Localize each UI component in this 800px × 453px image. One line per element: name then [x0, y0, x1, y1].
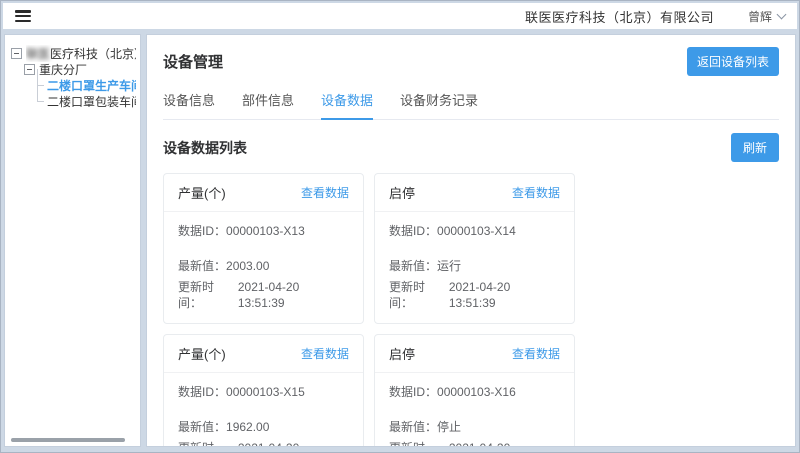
- tab-parts-info[interactable]: 部件信息: [242, 90, 294, 119]
- update-time-value: 2021-04-20 13:51:39: [238, 440, 349, 447]
- section-title: 设备数据列表: [163, 138, 247, 158]
- data-id-value: 00000103-X15: [226, 384, 305, 400]
- device-data-card: 启停 查看数据 数据ID：00000103-X16 最新值：停止 更新时间：20…: [374, 334, 575, 447]
- device-data-card: 产量(个) 查看数据 数据ID：00000103-X13 最新值：2003.00…: [163, 173, 364, 324]
- tree-collapse-icon[interactable]: [11, 48, 22, 59]
- tab-device-finance-records[interactable]: 设备财务记录: [400, 90, 478, 119]
- top-bar: 联医医疗科技（北京）有限公司 曾辉: [3, 3, 797, 29]
- sidebar-org-tree: 联医医疗科技（北京）有限公司 重庆分厂 二楼口罩生产车间 二楼口罩包装车间: [4, 34, 141, 447]
- latest-value-label: 最新值：: [178, 258, 226, 274]
- tab-device-data[interactable]: 设备数据: [321, 90, 373, 119]
- latest-value: 停止: [437, 419, 461, 435]
- latest-value: 1962.00: [226, 419, 269, 435]
- chevron-down-icon: [777, 10, 787, 20]
- hamburger-menu-icon[interactable]: [15, 10, 31, 22]
- tree-connector-line: [37, 77, 45, 93]
- update-time-value: 2021-04-20 13:51:39: [238, 279, 349, 311]
- app-window: 联医医疗科技（北京）有限公司 曾辉 联医医疗科技（北京）有限公司 重庆分厂 二楼…: [0, 0, 800, 453]
- view-data-link[interactable]: 查看数据: [301, 184, 349, 201]
- device-data-card: 产量(个) 查看数据 数据ID：00000103-X15 最新值：1962.00…: [163, 334, 364, 447]
- update-time-label: 更新时间：: [389, 440, 449, 447]
- device-data-card: 启停 查看数据 数据ID：00000103-X14 最新值：运行 更新时间：20…: [374, 173, 575, 324]
- view-data-link[interactable]: 查看数据: [512, 184, 560, 201]
- card-title: 启停: [389, 183, 415, 202]
- update-time-label: 更新时间：: [178, 279, 238, 311]
- device-data-card-list: 产量(个) 查看数据 数据ID：00000103-X13 最新值：2003.00…: [163, 173, 779, 447]
- page-title: 设备管理: [163, 51, 223, 72]
- tree-connector-line: [37, 93, 45, 109]
- redacted-text: 联医: [26, 47, 50, 61]
- data-id-label: 数据ID：: [389, 384, 437, 400]
- tree-node-company[interactable]: 联医医疗科技（北京）有限公司: [11, 45, 136, 61]
- back-to-device-list-button[interactable]: 返回设备列表: [687, 47, 779, 76]
- main-panel: 设备管理 返回设备列表 设备信息 部件信息 设备数据 设备财务记录 设备数据列表…: [146, 34, 796, 447]
- latest-value: 2003.00: [226, 258, 269, 274]
- data-id-value: 00000103-X16: [437, 384, 516, 400]
- card-title: 产量(个): [178, 344, 226, 363]
- tree-collapse-icon[interactable]: [24, 64, 35, 75]
- refresh-button[interactable]: 刷新: [731, 133, 779, 162]
- view-data-link[interactable]: 查看数据: [512, 345, 560, 362]
- card-title: 产量(个): [178, 183, 226, 202]
- latest-value: 运行: [437, 258, 461, 274]
- update-time-label: 更新时间：: [178, 440, 238, 447]
- latest-value-label: 最新值：: [178, 419, 226, 435]
- tree-node-packaging-workshop[interactable]: 二楼口罩包装车间: [11, 93, 136, 109]
- latest-value-label: 最新值：: [389, 419, 437, 435]
- user-name[interactable]: 曾辉: [748, 8, 772, 25]
- data-id-label: 数据ID：: [178, 223, 226, 239]
- tree-node-production-workshop[interactable]: 二楼口罩生产车间: [11, 77, 136, 93]
- data-id-value: 00000103-X14: [437, 223, 516, 239]
- update-time-value: 2021-04-20 13:51:39: [449, 440, 560, 447]
- horizontal-scrollbar[interactable]: [11, 438, 125, 442]
- card-title: 启停: [389, 344, 415, 363]
- update-time-value: 2021-04-20 13:51:39: [449, 279, 560, 311]
- tab-device-info[interactable]: 设备信息: [163, 90, 215, 119]
- data-id-label: 数据ID：: [389, 223, 437, 239]
- user-menu[interactable]: 曾辉: [748, 8, 785, 25]
- update-time-label: 更新时间：: [389, 279, 449, 311]
- view-data-link[interactable]: 查看数据: [301, 345, 349, 362]
- data-id-value: 00000103-X13: [226, 223, 305, 239]
- org-tree: 联医医疗科技（北京）有限公司 重庆分厂 二楼口罩生产车间 二楼口罩包装车间: [5, 35, 140, 109]
- data-id-label: 数据ID：: [178, 384, 226, 400]
- tree-node-branch-factory[interactable]: 重庆分厂: [11, 61, 136, 77]
- tab-bar: 设备信息 部件信息 设备数据 设备财务记录: [163, 90, 779, 120]
- company-name: 联医医疗科技（北京）有限公司: [525, 7, 714, 26]
- latest-value-label: 最新值：: [389, 258, 437, 274]
